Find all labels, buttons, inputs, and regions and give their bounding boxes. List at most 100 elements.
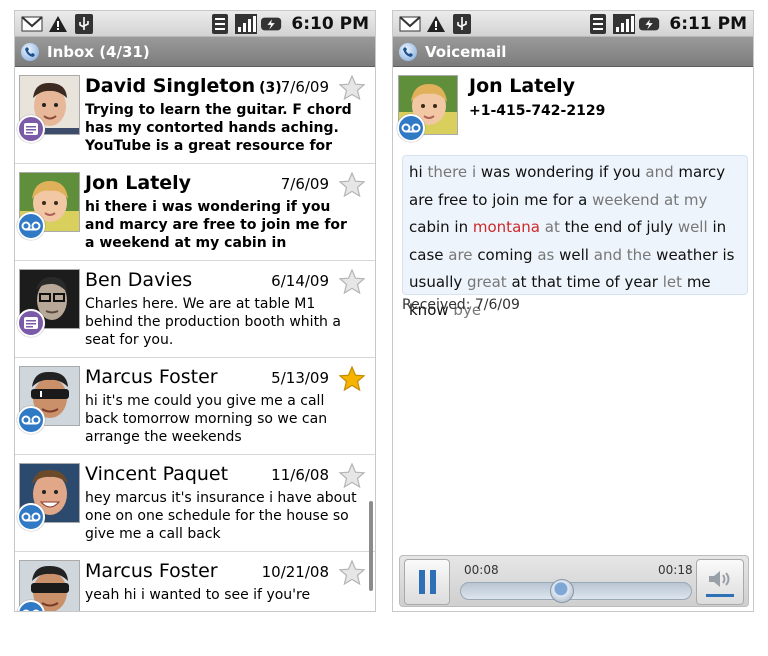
star-icon[interactable]: [338, 268, 366, 295]
transcript-word: weather: [656, 245, 718, 264]
usb-icon: [451, 13, 473, 34]
star-icon[interactable]: [338, 74, 366, 101]
transcript-word: let: [662, 273, 683, 292]
star-icon[interactable]: [338, 171, 366, 198]
transcript-word: well: [559, 245, 589, 264]
gmail-icon: [21, 14, 43, 34]
voicemail-type-icon: [17, 503, 45, 531]
wifi-icon: [587, 13, 609, 34]
contact-name: Vincent Paquet: [85, 463, 229, 485]
signal-icon: [235, 13, 258, 34]
transcript-word: july: [646, 218, 674, 237]
transcript-word: cabin: [409, 218, 450, 237]
transcript-word: time: [566, 273, 601, 292]
wifi-icon: [209, 13, 231, 34]
message-row[interactable]: David Singleton (3) 7/6/09 Trying to learn …: [15, 67, 375, 164]
current-time: 00:08: [464, 563, 499, 577]
sms-type-icon: [17, 309, 45, 337]
transcript-word: are: [448, 245, 473, 264]
transcript-word: in: [454, 218, 469, 237]
star-icon[interactable]: [338, 462, 366, 489]
message-snippet: Trying to learn the guitar. F chord has …: [85, 102, 352, 154]
message-row[interactable]: Vincent Paquet 11/6/08 hey marcus it's ins…: [15, 455, 375, 552]
transcript-word: a: [578, 190, 588, 209]
star-icon[interactable]: [338, 559, 366, 586]
transcript-word: of: [605, 273, 620, 292]
transcript-word: and: [593, 245, 622, 264]
audio-player: 00:08 00:18: [399, 555, 749, 607]
transcript-word: weekend: [592, 190, 660, 209]
transcript-word: free: [438, 190, 468, 209]
transcript-word: great: [467, 273, 507, 292]
voicemail-type-icon: [397, 114, 425, 142]
speaker-icon: [709, 570, 730, 587]
transcript-word: my: [683, 190, 708, 209]
transcript-word: at: [664, 190, 680, 209]
title-bar: Inbox (4/31): [15, 37, 375, 67]
voicemail-header: Jon Lately +1-415-742-2129: [393, 67, 753, 145]
page-title: Voicemail: [425, 42, 507, 61]
transcript-word: at: [544, 218, 560, 237]
transcript-word: marcy: [678, 163, 726, 181]
warning-icon: [425, 14, 447, 34]
thread-count: (3): [259, 80, 282, 96]
message-date: 7/6/09: [280, 175, 329, 193]
voicemail-screen: 6:11 PM Voicemail Jon Lately +1-415-742-…: [392, 10, 754, 612]
transcript-word: the: [626, 245, 652, 264]
message-date: 6/14/09: [271, 272, 329, 290]
received-date: Received: 7/6/09: [402, 297, 520, 313]
volume-button[interactable]: [696, 559, 744, 605]
title-bar: Voicemail: [393, 37, 753, 67]
message-row[interactable]: Marcus Foster 5/13/09 hi it's me could you…: [15, 358, 375, 455]
transcript-word: for: [552, 190, 574, 209]
slider-knob[interactable]: [550, 579, 575, 603]
transcript-word: if: [598, 163, 609, 181]
transcript-word: you: [613, 163, 641, 181]
status-time: 6:10 PM: [291, 13, 369, 34]
transcript-word: end: [594, 218, 623, 237]
contact-number[interactable]: +1-415-742-2129: [469, 103, 753, 119]
transcript-word: i: [471, 163, 477, 181]
transcript-word: year: [624, 273, 658, 292]
scrollbar[interactable]: [369, 501, 373, 591]
transcript-word: join: [492, 190, 520, 209]
transcript-word: me: [686, 273, 711, 292]
contact-name: David Singleton: [85, 75, 256, 97]
contact-name: Marcus Foster: [85, 560, 218, 582]
message-snippet: Charles here. We are at table M1 behind …: [85, 296, 341, 348]
message-row[interactable]: Marcus Foster 10/21/08 yeah hi i wanted to…: [15, 552, 375, 611]
transcript-word: usually: [409, 273, 463, 292]
voicemail-transcript: hi there i was wondering if you and marc…: [402, 155, 748, 319]
transcript-word: and: [645, 163, 674, 181]
inbox-screen: 6:10 PM Inbox (4/31) David Singleton (3) 7…: [14, 10, 376, 612]
total-time: 00:18: [658, 563, 693, 577]
transcript-word: case: [409, 245, 444, 264]
voice-app-icon: [399, 42, 417, 61]
contact-name: Jon Lately: [85, 172, 192, 194]
status-bar: 6:10 PM: [15, 11, 375, 37]
message-snippet: yeah hi i wanted to see if you're: [85, 587, 311, 603]
usb-icon: [73, 13, 95, 34]
transcript-word: the: [564, 218, 590, 237]
message-list: David Singleton (3) 7/6/09 Trying to learn …: [15, 67, 375, 611]
battery-charging-icon: [639, 14, 661, 34]
transcript-word: was: [480, 163, 511, 181]
transcript-word: as: [537, 245, 555, 264]
transcript-word: montana: [472, 218, 540, 237]
progress-slider[interactable]: [460, 579, 692, 603]
transcript-word: of: [627, 218, 642, 237]
message-row[interactable]: Ben Davies 6/14/09 Charles here. We are at…: [15, 261, 375, 358]
warning-icon: [47, 14, 69, 34]
star-icon[interactable]: [338, 365, 366, 392]
transcript-word: coming: [477, 245, 533, 264]
voice-app-icon: [21, 42, 39, 61]
battery-charging-icon: [261, 14, 283, 34]
sms-type-icon: [17, 115, 45, 143]
message-row[interactable]: Jon Lately 7/6/09 hi there i was wondering…: [15, 164, 375, 261]
message-date: 7/6/09: [280, 78, 329, 96]
gmail-icon: [399, 14, 421, 34]
contact-name: Ben Davies: [85, 269, 193, 291]
pause-button[interactable]: [404, 559, 450, 605]
transcript-word: are: [409, 190, 434, 209]
transcript-word: hi: [409, 163, 423, 181]
